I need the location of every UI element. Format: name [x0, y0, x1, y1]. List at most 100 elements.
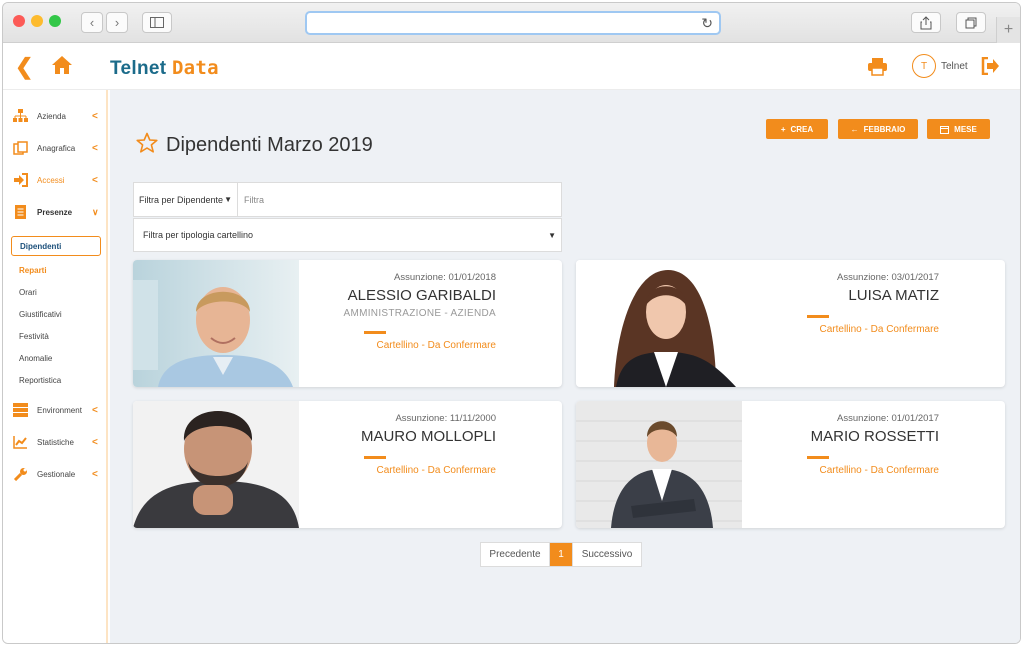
chevron-left-icon: <	[92, 142, 98, 154]
sidebar-label-azienda: Azienda	[37, 111, 66, 121]
pagination-page-current[interactable]: 1	[550, 543, 572, 566]
month-button[interactable]: MESE	[927, 119, 990, 139]
sidebar-label-accessi: Accessi	[37, 175, 65, 185]
sidebar-subitem-festivita[interactable]: Festività	[19, 332, 49, 341]
browser-window: ‹ › ↻ + ❮ Telnet Data T Telnet Azienda <…	[2, 2, 1021, 644]
chevron-left-icon: <	[92, 174, 98, 186]
zoom-window-button[interactable]	[49, 15, 61, 27]
star-icon[interactable]	[136, 132, 158, 154]
caret-down-icon: ▼	[224, 195, 232, 204]
hire-date: Assunzione: 11/11/2000	[395, 413, 496, 424]
chevron-down-icon: ∨	[92, 206, 99, 217]
employee-photo	[133, 260, 299, 387]
card-type-select[interactable]: Filtra per tipologia cartellino ▼	[133, 218, 562, 252]
server-icon	[13, 403, 28, 417]
logo-text-telnet: Telnet	[110, 58, 167, 79]
card-status[interactable]: Cartellino - Da Confermare	[820, 324, 940, 335]
sidebar-item-gestionale[interactable]: Gestionale <	[3, 464, 106, 484]
org-chart-icon	[13, 109, 28, 122]
filter-type-select[interactable]: Filtra per Dipendente ▼	[134, 183, 238, 216]
employee-department: AMMINISTRAZIONE - AZIENDA	[343, 308, 496, 319]
sidebar-item-environment[interactable]: Environment <	[3, 400, 106, 420]
filter-type-value: Filtra per Dipendente	[139, 194, 224, 205]
sidebar-label-environment: Environment	[37, 405, 82, 415]
close-window-button[interactable]	[13, 15, 25, 27]
card-status[interactable]: Cartellino - Da Confermare	[820, 465, 940, 476]
share-button[interactable]	[911, 12, 941, 33]
employee-name: LUISA MATIZ	[848, 287, 939, 304]
sidebar-toggle-button[interactable]	[142, 12, 172, 33]
chevron-left-icon: <	[92, 468, 98, 480]
sidebar-subitem-giustificativi[interactable]: Giustificativi	[19, 310, 62, 319]
filter-input[interactable]	[239, 183, 561, 216]
app-header: ❮ Telnet Data T Telnet	[3, 43, 1020, 90]
sidebar-item-azienda[interactable]: Azienda <	[3, 106, 106, 126]
caret-down-icon: ▼	[548, 230, 556, 240]
wrench-icon	[13, 468, 27, 481]
create-button[interactable]: + CREA	[766, 119, 828, 139]
employee-card[interactable]: Assunzione: 01/01/2017 MARIO ROSSETTI Ca…	[576, 401, 1005, 528]
sidebar-subitem-reparti[interactable]: Reparti	[19, 266, 47, 275]
app-logo[interactable]: Telnet Data	[110, 57, 219, 80]
previous-month-label: FEBBRAIO	[863, 124, 906, 134]
hire-date: Assunzione: 03/01/2017	[837, 272, 939, 283]
employee-name: ALESSIO GARIBALDI	[347, 287, 496, 304]
pagination-next[interactable]: Successivo	[572, 543, 641, 566]
employee-card[interactable]: Assunzione: 01/01/2018 ALESSIO GARIBALDI…	[133, 260, 562, 387]
plus-icon: +	[1003, 21, 1014, 38]
browser-back-button[interactable]: ‹	[81, 12, 103, 33]
logout-icon[interactable]	[981, 57, 1000, 75]
minimize-window-button[interactable]	[31, 15, 43, 27]
page-title: Dipendenti Marzo 2019	[166, 134, 373, 156]
employee-card[interactable]: Assunzione: 03/01/2017 LUISA MATIZ Carte…	[576, 260, 1005, 387]
card-type-value: Filtra per tipologia cartellino	[143, 230, 254, 240]
browser-titlebar: ‹ › ↻ +	[3, 3, 1020, 43]
plus-icon: +	[780, 124, 786, 134]
card-status[interactable]: Cartellino - Da Confermare	[377, 465, 497, 476]
address-bar[interactable]: ↻	[305, 11, 721, 35]
main-content: Dipendenti Marzo 2019 + CREA ← FEBBRAIO …	[110, 90, 1020, 643]
chevron-left-icon: <	[92, 404, 98, 416]
sidebar-item-statistiche[interactable]: Statistiche <	[3, 432, 106, 452]
sidebar-icon	[150, 17, 164, 28]
pagination-previous[interactable]: Precedente	[481, 543, 550, 566]
sidebar-item-accessi[interactable]: Accessi <	[3, 170, 106, 190]
employee-filter-group: Filtra per Dipendente ▼	[133, 182, 562, 217]
tabs-button[interactable]	[956, 12, 986, 33]
accent-divider	[364, 456, 386, 459]
calendar-icon	[940, 125, 950, 134]
hire-date: Assunzione: 01/01/2018	[394, 272, 496, 283]
user-avatar[interactable]: T	[912, 54, 936, 78]
month-button-label: MESE	[954, 124, 977, 134]
sidebar-item-anagrafica[interactable]: Anagrafica <	[3, 138, 106, 158]
user-name[interactable]: Telnet	[941, 61, 968, 72]
sidebar-label-presenze: Presenze	[37, 207, 73, 217]
sidebar-subitem-reportistica[interactable]: Reportistica	[19, 376, 61, 385]
chevron-left-icon: ‹	[89, 15, 95, 30]
previous-month-button[interactable]: ← FEBBRAIO	[838, 119, 918, 139]
back-arrow-icon[interactable]: ❮	[15, 54, 33, 80]
pagination: Precedente 1 Successivo	[480, 542, 642, 567]
printer-icon[interactable]	[867, 57, 888, 76]
home-icon[interactable]	[51, 55, 73, 75]
accent-divider	[807, 315, 829, 318]
employee-card[interactable]: Assunzione: 11/11/2000 MAURO MOLLOPLI Ca…	[133, 401, 562, 528]
accent-divider	[807, 456, 829, 459]
new-tab-button[interactable]: +	[996, 17, 1020, 43]
chevron-left-icon: <	[92, 436, 98, 448]
chevron-left-icon: <	[92, 110, 98, 122]
card-status[interactable]: Cartellino - Da Confermare	[377, 340, 497, 351]
create-button-label: CREA	[790, 124, 814, 134]
employee-photo	[133, 401, 299, 528]
sidebar-item-presenze[interactable]: Presenze ∨	[3, 202, 106, 222]
sidebar-subitem-dipendenti[interactable]: Dipendenti	[11, 236, 101, 256]
line-chart-icon	[13, 436, 27, 449]
clipboard-icon	[15, 205, 26, 219]
accent-divider	[364, 331, 386, 334]
share-icon	[920, 15, 932, 29]
chevron-right-icon: ›	[114, 15, 120, 30]
sidebar-subitem-orari[interactable]: Orari	[19, 288, 37, 297]
browser-forward-button[interactable]: ›	[106, 12, 128, 33]
reload-icon[interactable]: ↻	[701, 15, 713, 32]
sidebar-subitem-anomalie[interactable]: Anomalie	[19, 354, 52, 363]
